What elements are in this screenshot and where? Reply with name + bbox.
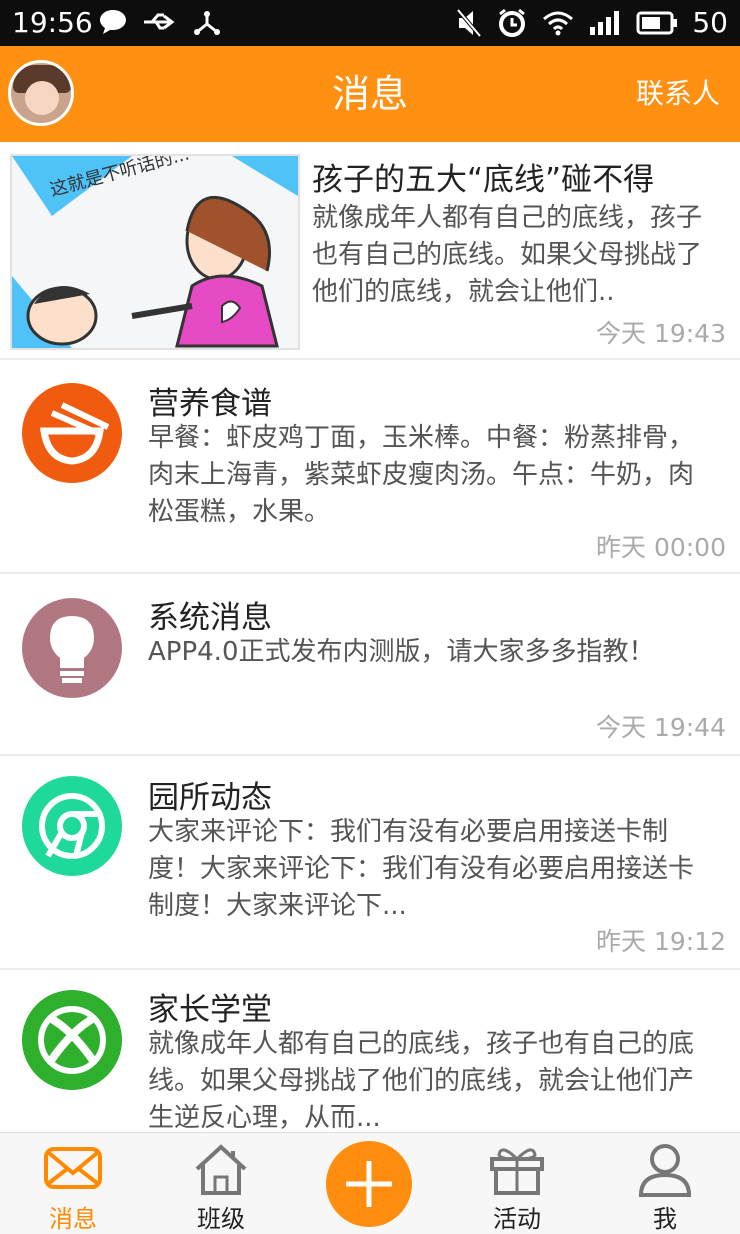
message-preview: 早餐：虾皮鸡丁面，玉米棒。中餐：粉蒸排骨，肉末上海青，紫菜虾皮瘦肉汤。午点：牛奶… (148, 423, 695, 527)
contacts-button[interactable]: 联系人 (636, 46, 720, 142)
signal-icon (590, 10, 620, 35)
wifi-icon (543, 11, 574, 35)
system-badge (22, 598, 122, 698)
plus-icon (346, 1161, 392, 1207)
tab-label: 消息 (49, 1205, 97, 1233)
message-preview: APP4.0正式发布内测版，请大家多多指教！ (148, 637, 655, 667)
add-button[interactable] (326, 1141, 412, 1227)
message-item-campus-news[interactable]: 园所动态 大家来评论下：我们有没有必要启用接送卡制度！大家来评论下：我们有没有必… (0, 754, 740, 970)
message-item-recipes[interactable]: 营养食谱 早餐：虾皮鸡丁面，玉米棒。中餐：粉蒸排骨，肉末上海青，紫菜虾皮瘦肉汤。… (0, 358, 740, 574)
message-time: 昨天 19:12 (596, 927, 726, 956)
message-time: 今天 19:44 (596, 713, 726, 742)
message-preview: 就像成年人都有自己的底线，孩子也有自己的底线。如果父母挑战了他们的底线，就会让他… (312, 203, 703, 307)
battery-level: 50 (692, 6, 728, 39)
tab-me[interactable]: 我 (610, 1133, 720, 1234)
tab-messages[interactable]: 消息 (18, 1133, 128, 1234)
message-title: 家长学堂 (148, 992, 272, 1028)
message-time: 昨天 00:00 (596, 533, 726, 562)
home-icon (195, 1144, 247, 1195)
xbox-icon (38, 1006, 106, 1074)
tab-label: 班级 (197, 1205, 245, 1233)
gift-icon (490, 1148, 544, 1195)
mute-icon (456, 8, 482, 37)
tab-class[interactable]: 班级 (166, 1133, 276, 1234)
message-list: 这就是不听话的... 孩子的五大“底线”碰不得 就像成年人都有自己的底线，孩子也… (0, 142, 740, 1132)
parent-school-badge (22, 990, 122, 1090)
lightbulb-icon (50, 616, 94, 683)
message-item-parent-school[interactable]: 家长学堂 就像成年人都有自己的底线，孩子也有自己的底线。如果父母挑战了他们的底线… (0, 968, 740, 1132)
envelope-icon (44, 1147, 102, 1189)
status-time: 19:56 (12, 6, 93, 39)
bowl-chopsticks-icon (39, 402, 110, 465)
article-thumbnail: 这就是不听话的... (10, 154, 300, 350)
status-bar: 19:56 50 (0, 0, 740, 46)
message-title: 园所动态 (148, 780, 272, 816)
app-header: 消息 联系人 (0, 46, 740, 142)
message-item-system[interactable]: 系统消息 APP4.0正式发布内测版，请大家多多指教！ 今天 19:44 (0, 572, 740, 756)
message-item-article[interactable]: 这就是不听话的... 孩子的五大“底线”碰不得 就像成年人都有自己的底线，孩子也… (0, 142, 740, 360)
message-title: 系统消息 (148, 600, 272, 636)
usb-icon (144, 13, 175, 30)
battery-icon (636, 11, 678, 34)
campus-news-badge (22, 776, 122, 876)
alarm-icon (499, 8, 526, 37)
bottom-tab-bar: 消息 班级 活动 我 (0, 1132, 740, 1234)
tab-activities[interactable]: 活动 (462, 1133, 572, 1234)
recipe-badge (22, 383, 122, 483)
tab-label: 活动 (493, 1205, 541, 1233)
message-preview: 大家来评论下：我们有没有必要启用接送卡制度！大家来评论下：我们有没有必要启用接送… (148, 817, 695, 921)
message-title: 营养食谱 (148, 386, 272, 422)
message-preview: 就像成年人都有自己的底线，孩子也有自己的底线。如果父母挑战了他们的底线，就会让他… (148, 1029, 695, 1132)
person-icon (638, 1144, 692, 1197)
tab-label: 我 (653, 1205, 677, 1233)
message-time: 今天 19:43 (596, 319, 726, 348)
message-title: 孩子的五大“底线”碰不得 (312, 162, 655, 198)
chat-bubble-icon (100, 10, 126, 34)
chrome-icon (39, 793, 105, 859)
page-title: 消息 (331, 72, 408, 116)
share-node-icon (194, 11, 220, 35)
